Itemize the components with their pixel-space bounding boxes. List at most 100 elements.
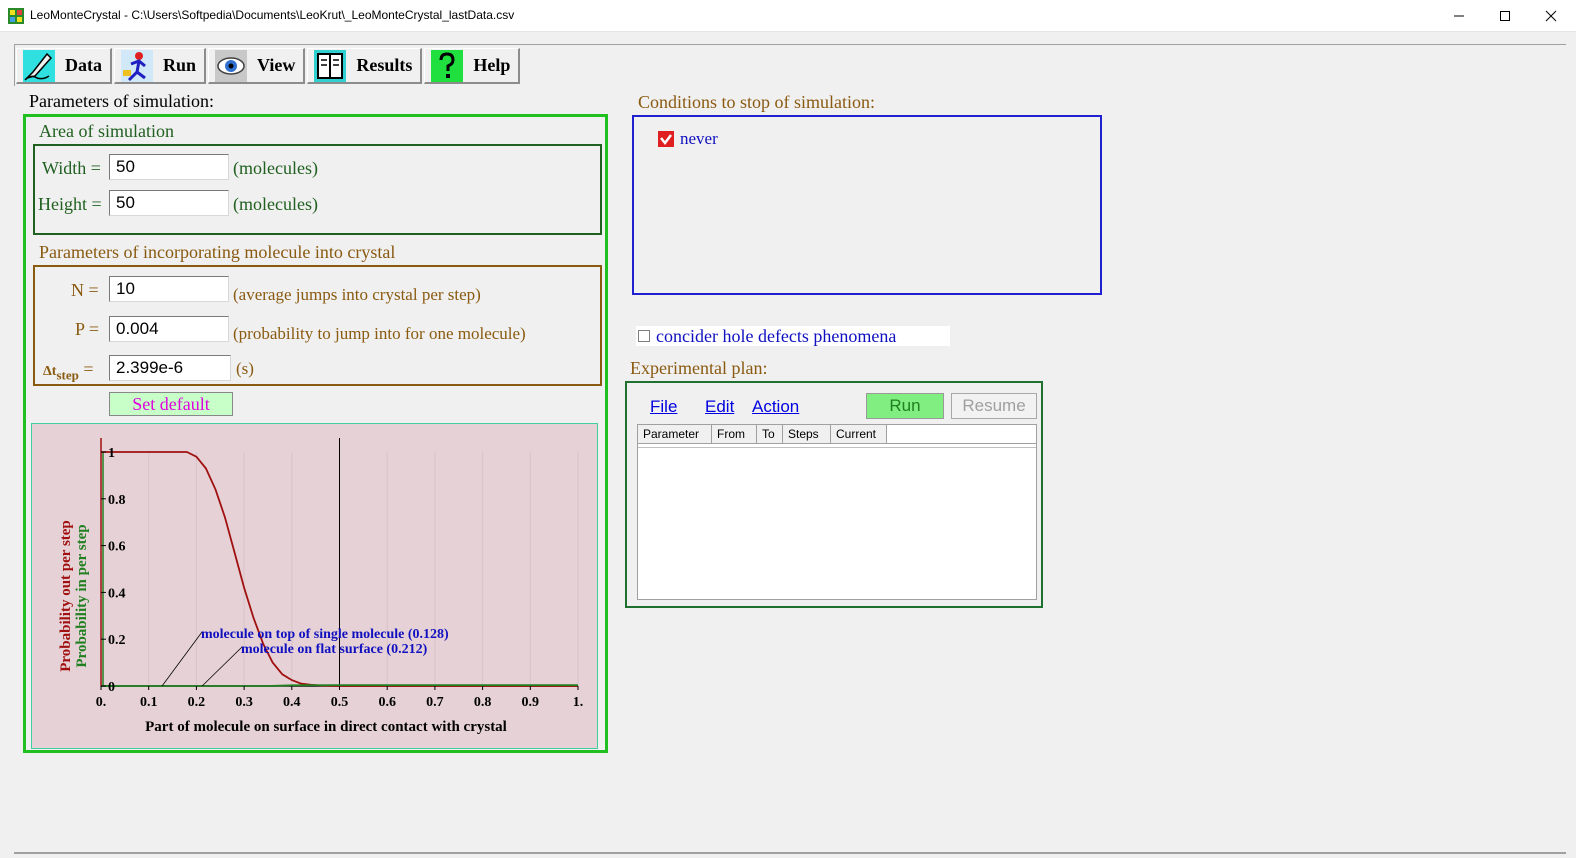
hole-defects-label: concider hole defects phenomena	[656, 326, 897, 346]
chart-x-tick-label: 0.2	[188, 695, 206, 710]
pen-writing-icon	[23, 49, 55, 82]
set-default-button[interactable]: Set default	[109, 392, 233, 416]
chart-y-tick-label: 0	[108, 680, 115, 695]
chart-annotation-label: molecule on flat surface (0.212)	[241, 642, 428, 657]
maximize-button[interactable]	[1482, 0, 1528, 32]
chart-x-tick-label: 0.4	[283, 695, 301, 710]
dt-label: Δtstep =	[43, 359, 94, 384]
incorp-title: Parameters of incorporating molecule int…	[39, 242, 396, 262]
n-field[interactable]: 10	[109, 276, 229, 302]
plan-table[interactable]: Parameter From To Steps Current	[637, 424, 1037, 600]
p-label: P =	[75, 319, 99, 339]
chart-x-tick-label: 0.9	[522, 695, 540, 710]
chart-x-tick-label: 0.8	[474, 695, 492, 710]
minimize-icon	[1454, 15, 1464, 17]
width-unit: (molecules)	[233, 158, 318, 178]
toolbar-run-button[interactable]: Run	[114, 48, 207, 84]
eye-icon	[215, 49, 248, 82]
never-checkbox[interactable]	[658, 131, 674, 147]
window-title: LeoMonteCrystal - C:\Users\Softpedia\Doc…	[30, 8, 515, 22]
chart-annotation-leader	[201, 646, 243, 687]
plan-heading: Experimental plan:	[630, 358, 768, 378]
col-from[interactable]: From	[712, 425, 757, 443]
hole-defects-option[interactable]: concider hole defects phenomena	[636, 326, 950, 346]
chart-xlabel: Part of molecule on surface in direct co…	[145, 719, 507, 735]
chart-x-tick-label: 0.1	[140, 695, 158, 710]
col-steps[interactable]: Steps	[783, 425, 831, 443]
checkmark-icon	[660, 134, 672, 146]
chart-x-tick-label: 0.3	[235, 695, 253, 710]
header-spacer	[887, 425, 1036, 443]
height-field[interactable]: 50	[109, 190, 229, 216]
main-toolbar: Data Run View Results Help	[16, 48, 522, 86]
toolbar-view-label: View	[257, 55, 296, 75]
col-current[interactable]: Current	[831, 425, 887, 443]
minimize-button[interactable]	[1436, 0, 1482, 32]
menu-edit[interactable]: Edit	[705, 397, 734, 417]
chart-x-tick-label: 1.	[573, 695, 584, 710]
toolbar-data-label: Data	[65, 55, 102, 75]
toolbar-help-button[interactable]: Help	[424, 48, 521, 84]
toolbar-results-button[interactable]: Results	[307, 48, 423, 84]
plan-table-header: Parameter From To Steps Current	[638, 425, 1036, 444]
stop-heading: Conditions to stop of simulation:	[638, 92, 876, 112]
book-icon	[314, 49, 347, 82]
width-label: Width =	[42, 158, 101, 178]
dt-unit: (s)	[236, 359, 254, 378]
chart-x-tick-label: 0.6	[378, 695, 396, 710]
dt-label-main: Δt	[43, 364, 57, 379]
question-mark-icon	[431, 49, 464, 82]
n-label: N =	[71, 280, 99, 300]
header-divider	[638, 447, 1036, 448]
height-label: Height =	[38, 194, 102, 214]
dt-label-eq: =	[78, 359, 94, 379]
chart-y-tick-label: 1	[108, 446, 115, 461]
close-icon	[1545, 10, 1557, 22]
toolbar-data-button[interactable]: Data	[16, 48, 112, 84]
n-unit: (average jumps into crystal per step)	[233, 285, 481, 304]
p-field[interactable]: 0.004	[109, 316, 229, 342]
plan-run-button[interactable]: Run	[866, 393, 944, 419]
never-label: never	[680, 129, 718, 148]
chart-ylabel-in: Probability in per step	[74, 524, 90, 667]
chart-y-tick-label: 0.6	[108, 540, 126, 555]
app-icon	[8, 8, 24, 24]
status-strip	[14, 852, 1566, 854]
toolbar-results-label: Results	[356, 55, 413, 75]
chart-ylabel-out: Probability out per step	[58, 520, 74, 672]
chart-y-tick-label: 0.4	[108, 586, 126, 601]
parameters-heading: Parameters of simulation:	[29, 91, 214, 111]
chart-x-tick-label: 0.7	[426, 695, 444, 710]
toolbar-help-label: Help	[473, 55, 511, 75]
chart-x-tick-label: 0.5	[331, 695, 349, 710]
chart-series-in	[101, 684, 578, 687]
dt-field[interactable]: 2.399e-6	[109, 355, 231, 381]
chart-y-tick-label: 0.2	[108, 633, 126, 648]
experimental-plan-panel: File Edit Action Run Resume Parameter Fr…	[625, 381, 1043, 608]
toolbar-run-label: Run	[163, 55, 197, 75]
col-parameter[interactable]: Parameter	[638, 425, 712, 443]
width-field[interactable]: 50	[109, 154, 229, 180]
area-title: Area of simulation	[39, 121, 174, 141]
chart-x-tick-label: 0.	[96, 695, 107, 710]
plan-resume-button: Resume	[951, 393, 1037, 419]
chart-annotation-label: molecule on top of single molecule (0.12…	[201, 627, 449, 642]
probability-chart-svg: 0. 0.1 0.2 0.3 0.4 0.5 0.6 0.7 0.8 0.9 1. 0 0.2 0.4 0.…	[58, 438, 584, 735]
title-bar: LeoMonteCrystal - C:\Users\Softpedia\Doc…	[0, 0, 1576, 32]
menu-action[interactable]: Action	[752, 397, 799, 417]
col-to[interactable]: To	[757, 425, 783, 443]
chart-y-tick-label: 0.8	[108, 493, 126, 508]
p-unit: (probability to jump into for one molecu…	[233, 324, 526, 343]
close-button[interactable]	[1528, 0, 1574, 32]
height-unit: (molecules)	[233, 194, 318, 214]
menu-file[interactable]: File	[650, 397, 677, 417]
stop-conditions-box: never	[632, 115, 1102, 295]
maximize-icon	[1500, 11, 1510, 21]
toolbar-view-button[interactable]: View	[208, 48, 306, 84]
hole-defects-checkbox[interactable]	[638, 330, 650, 342]
running-figure-icon	[121, 49, 153, 82]
frame-divider-left	[14, 44, 15, 86]
dt-label-sub: step	[56, 367, 79, 383]
probability-chart: 0. 0.1 0.2 0.3 0.4 0.5 0.6 0.7 0.8 0.9 1. 0 0.2 0.4 0.…	[31, 423, 598, 749]
frame-divider	[14, 44, 1566, 45]
